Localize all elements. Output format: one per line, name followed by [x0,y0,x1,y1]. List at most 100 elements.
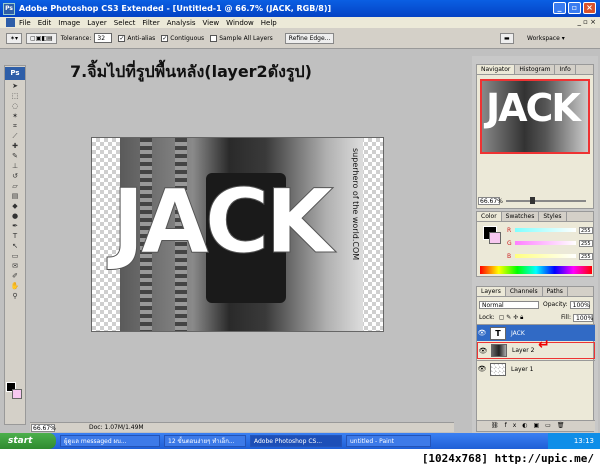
task-button-2[interactable]: 12 ขั้นตอนง่ายๆ ทำเอ็ก... [164,435,246,447]
history-brush-icon[interactable]: ↺ [8,172,22,180]
fill-input[interactable]: 100% [573,313,593,322]
navigator-zoom-bar: 66.67% [478,196,592,206]
magic-wand-tool-preset[interactable]: ✶▾ [6,32,23,44]
toolbox: Ps ➤ ⬚ ◌ ✶ ⌗ ⟋ ✚ ✎ ⊥ ↺ ▱ ▤ ◆ ● ✒ T ↖ ▭ ✉… [4,65,26,425]
panel-dock: Navigator Histogram Info JACK 66.67% Col… [472,56,598,433]
blue-value[interactable]: 255 [579,252,593,260]
color-spectrum[interactable] [480,266,592,274]
lock-icons[interactable]: ▢ ✎ ✢ 🔒︎ [499,314,524,322]
menu-file[interactable]: File [19,19,31,27]
tolerance-input[interactable]: 32 [94,33,113,43]
lasso-tool-icon[interactable]: ◌ [8,102,22,110]
instruction-caption: 7.จิ้มไปที่รูปพื้นหลัง(layer2ดังรูป) [70,62,312,81]
menu-window[interactable]: Window [226,19,254,27]
lock-row: Lock: ▢ ✎ ✢ 🔒︎ Fill: 100% [477,312,595,323]
sample-all-checkbox[interactable] [210,34,218,42]
shape-tool-icon[interactable]: ▭ [8,252,22,260]
blend-mode-select[interactable]: Normal [479,300,539,309]
workspace-icon[interactable]: ▬ [500,32,514,44]
minimize-button[interactable]: _ [553,2,566,14]
tab-info[interactable]: Info [555,65,576,74]
blue-slider-row[interactable]: B 255 [507,252,593,260]
navigator-zoom-field[interactable]: 66.67% [478,197,503,205]
color-swatches[interactable] [6,382,24,402]
menu-view[interactable]: View [203,19,220,27]
menu-edit[interactable]: Edit [38,19,52,27]
magic-wand-tool-icon[interactable]: ✶ [8,112,22,120]
document-area: 7.จิ้มไปที่รูปพื้นหลัง(layer2ดังรูป) sup… [30,49,454,432]
selection-mode-buttons[interactable]: ▢▣◧▤ [26,32,57,44]
task-button-1[interactable]: ผู้ดูแล messaged ผบ... [60,435,160,447]
stamp-tool-icon[interactable]: ⊥ [8,162,22,170]
zoom-field[interactable]: 66.67% [31,423,56,432]
tab-channels[interactable]: Channels [506,287,543,296]
system-tray: 13:13 [548,433,600,449]
marquee-tool-icon[interactable]: ⬚ [8,92,22,100]
status-bar: 66.67% Doc: 1.07M/1.49M [30,422,454,432]
layer-row-layer-2[interactable]: 👁︎ Layer 2 ↵ [477,337,595,359]
red-arrow-icon: ↵ [538,337,550,353]
workspace-button[interactable]: Workspace ▾ [524,33,568,44]
eye-icon[interactable]: 👁︎ [477,329,487,337]
tab-styles[interactable]: Styles [539,212,567,221]
type-tool-icon[interactable]: T [8,232,22,240]
menu-layer[interactable]: Layer [87,19,107,27]
healing-tool-icon[interactable]: ✚ [8,142,22,150]
crop-tool-icon[interactable]: ⌗ [8,122,22,130]
hand-tool-icon[interactable]: ✋ [8,282,22,290]
navigator-panel: Navigator Histogram Info JACK 66.67% [476,64,594,209]
pen-tool-icon[interactable]: ✒ [8,222,22,230]
layer-row-jack[interactable]: 👁︎ T JACK [477,324,595,341]
background-color-swatch[interactable] [12,389,22,399]
ps-menu-icon[interactable] [6,18,15,27]
task-button-photoshop[interactable]: Adobe Photoshop CS... [250,435,342,447]
tab-navigator[interactable]: Navigator [477,65,516,74]
menu-select[interactable]: Select [114,19,136,27]
antialias-label: Anti-alias [127,34,156,42]
path-select-tool-icon[interactable]: ↖ [8,242,22,250]
opacity-input[interactable]: 100% [569,300,590,309]
antialias-checkbox[interactable]: ✓ [118,34,126,42]
doc-size[interactable]: Doc: 1.07M/1.49M [89,424,144,431]
menu-analysis[interactable]: Analysis [167,19,196,27]
gradient-tool-icon[interactable]: ▤ [8,192,22,200]
close-button[interactable]: × [583,2,596,14]
green-value[interactable]: 255 [579,239,593,247]
maximize-button[interactable]: ▫ [568,2,581,14]
green-slider-row[interactable]: G 255 [507,239,593,247]
tab-layers[interactable]: Layers [477,287,506,296]
refine-edge-button[interactable]: Refine Edge... [284,32,335,44]
menu-filter[interactable]: Filter [142,19,159,27]
red-slider-row[interactable]: R 255 [507,226,593,234]
navigator-preview[interactable]: JACK [480,79,590,154]
task-button-paint[interactable]: untitled - Paint [346,435,431,447]
red-value[interactable]: 255 [579,226,593,234]
blur-tool-icon[interactable]: ◆ [8,202,22,210]
photo-layer-thumbnail [491,344,507,357]
brush-tool-icon[interactable]: ✎ [8,152,22,160]
layer-name: Layer 1 [511,365,534,373]
notes-tool-icon[interactable]: ✉ [8,262,22,270]
layer-row-layer-1[interactable]: 👁︎ Layer 1 [477,360,595,377]
panel-background-swatch[interactable] [489,232,501,244]
tab-histogram[interactable]: Histogram [515,65,556,74]
start-button[interactable]: start [0,433,56,449]
eye-icon[interactable]: 👁︎ [478,347,488,355]
tab-swatches[interactable]: Swatches [502,212,540,221]
tab-paths[interactable]: Paths [543,287,568,296]
eyedropper-tool-icon[interactable]: ✐ [8,272,22,280]
image-canvas[interactable]: superhero of the world.COM JACK [91,137,384,332]
navigator-zoom-slider[interactable] [506,197,586,204]
layer-action-icons[interactable]: ⛓fx◐▣▭🗑︎ [491,422,570,429]
zoom-tool-icon[interactable]: ⚲ [8,292,22,300]
menu-help[interactable]: Help [261,19,277,27]
move-tool-icon[interactable]: ➤ [8,82,22,90]
contiguous-checkbox[interactable]: ✓ [161,34,169,42]
eye-icon[interactable]: 👁︎ [477,365,487,373]
document-window-controls[interactable]: _ ▫ × [577,18,596,26]
slice-tool-icon[interactable]: ⟋ [8,132,22,140]
dodge-tool-icon[interactable]: ● [8,212,22,220]
menu-image[interactable]: Image [58,19,80,27]
tab-color[interactable]: Color [477,212,502,221]
eraser-tool-icon[interactable]: ▱ [8,182,22,190]
